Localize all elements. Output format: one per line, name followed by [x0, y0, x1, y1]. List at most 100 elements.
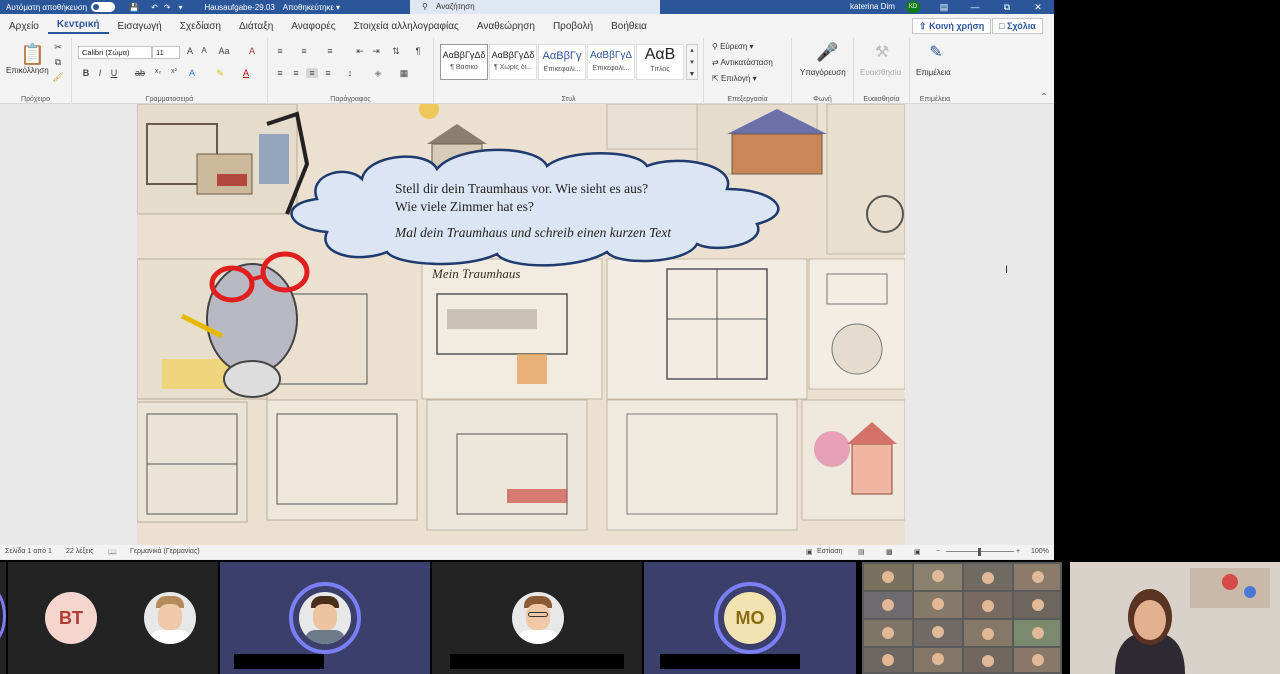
- user-avatar[interactable]: KD: [906, 1, 920, 13]
- grow-font-icon[interactable]: A: [184, 46, 196, 56]
- borders-icon[interactable]: ▦: [398, 68, 410, 79]
- minimize-button[interactable]: —: [965, 0, 985, 14]
- print-layout-icon[interactable]: ▩: [886, 548, 893, 556]
- undo-icon[interactable]: ↶: [151, 3, 158, 12]
- save-icon[interactable]: 💾: [129, 3, 139, 12]
- cut-icon[interactable]: ✂: [52, 42, 64, 53]
- tab-view[interactable]: Προβολή: [544, 21, 602, 32]
- tab-mailings[interactable]: Στοιχεία αλληλογραφίας: [345, 21, 468, 32]
- customize-qat-icon[interactable]: ▾: [178, 3, 182, 12]
- bold-icon[interactable]: B: [80, 68, 92, 78]
- zoom-in-icon[interactable]: +: [1016, 548, 1020, 555]
- sensitivity-icon[interactable]: ⚒: [874, 42, 890, 62]
- participant-tile-speaking[interactable]: MO: [644, 562, 856, 674]
- sensitivity-label[interactable]: Ευαισθησία: [860, 68, 901, 77]
- focus-icon[interactable]: ▣: [806, 548, 813, 556]
- autosave-toggle[interactable]: [91, 2, 116, 12]
- tab-references[interactable]: Αναφορές: [282, 21, 344, 32]
- save-status[interactable]: Αποθηκεύτηκε: [283, 3, 334, 12]
- find-button[interactable]: ⚲ Εύρεση ▾: [712, 42, 754, 51]
- align-right-icon[interactable]: ≡: [322, 68, 334, 78]
- tab-layout[interactable]: Διάταξη: [230, 21, 282, 32]
- increase-indent-icon[interactable]: ⇥: [370, 46, 382, 57]
- style-heading-1[interactable]: ΑαΒβΓγ Επικεφαλί...: [538, 44, 586, 80]
- superscript-icon[interactable]: x²: [168, 68, 180, 75]
- align-left-icon[interactable]: ≡: [274, 68, 286, 78]
- document-name[interactable]: Hausaufgabe-29.03: [204, 3, 274, 12]
- highlight-color-icon[interactable]: ✎: [214, 68, 226, 79]
- font-color-icon[interactable]: A: [240, 68, 252, 78]
- screen-share-margin: [1054, 0, 1280, 560]
- page-count[interactable]: Σελίδα 1 από 1: [5, 548, 52, 555]
- font-name-select[interactable]: Calibri (Σώμα): [78, 46, 152, 59]
- tab-design[interactable]: Σχεδίαση: [171, 21, 230, 32]
- show-formatting-icon[interactable]: ¶: [412, 46, 424, 56]
- shading-icon[interactable]: ◈: [372, 68, 384, 79]
- replace-button[interactable]: ⇄ Αντικατάσταση: [712, 58, 773, 67]
- text-effects-icon[interactable]: A: [186, 68, 198, 78]
- participant-tile[interactable]: BT: [8, 562, 218, 674]
- participant-tile-partial[interactable]: [0, 562, 6, 674]
- tab-home[interactable]: Κεντρική: [47, 19, 109, 34]
- tab-review[interactable]: Αναθεώρηση: [468, 21, 544, 32]
- clear-formatting-icon[interactable]: A: [246, 46, 258, 56]
- format-painter-icon[interactable]: 🖌: [52, 72, 64, 83]
- font-size-select[interactable]: 11: [152, 46, 180, 59]
- align-center-icon[interactable]: ≡: [290, 68, 302, 78]
- editor-icon[interactable]: ✎: [928, 42, 944, 62]
- shrink-font-icon[interactable]: A: [198, 46, 210, 55]
- editor-label[interactable]: Επιμέλεια: [916, 68, 951, 77]
- tab-file[interactable]: Αρχείο: [0, 21, 48, 32]
- search-box[interactable]: ⚲ Αναζήτηση: [410, 0, 660, 14]
- participant-tile[interactable]: [432, 562, 642, 674]
- line-spacing-icon[interactable]: ↕: [344, 68, 356, 78]
- microphone-icon[interactable]: 🎤: [816, 42, 838, 63]
- change-case-icon[interactable]: Aa: [218, 46, 230, 56]
- restore-button[interactable]: ⧉: [997, 0, 1017, 14]
- numbering-icon[interactable]: ≡: [298, 46, 310, 56]
- close-button[interactable]: ✕: [1028, 0, 1048, 14]
- presenter-video-tile[interactable]: [1070, 562, 1280, 674]
- style-heading-2[interactable]: ΑαΒβΓγΔ Επικεφαλί...: [587, 44, 635, 80]
- user-name[interactable]: katerina Dim: [850, 0, 895, 14]
- cloud-text[interactable]: Stell dir dein Traumhaus vor. Wie sieht …: [395, 180, 725, 242]
- comments-button[interactable]: □ Σχόλια: [992, 18, 1043, 34]
- proofing-icon[interactable]: 📖: [108, 548, 117, 556]
- focus-label[interactable]: Εστίαση: [817, 548, 843, 555]
- web-layout-icon[interactable]: ▣: [914, 548, 921, 556]
- word-count[interactable]: 22 λέξεις: [66, 548, 94, 555]
- zoom-level[interactable]: 100%: [1031, 548, 1049, 555]
- participant-name-redacted: [234, 654, 324, 669]
- copy-icon[interactable]: ⧉: [52, 57, 64, 68]
- paste-label[interactable]: Επικόλληση: [6, 66, 49, 75]
- read-mode-icon[interactable]: ▤: [858, 548, 865, 556]
- sort-icon[interactable]: ⇅: [390, 46, 402, 57]
- style-normal[interactable]: ΑαΒβΓγΔδ ¶ Βασικό: [440, 44, 488, 80]
- decrease-indent-icon[interactable]: ⇤: [354, 46, 366, 57]
- select-button[interactable]: ⇱ Επιλογή ▾: [712, 74, 757, 83]
- zoom-out-icon[interactable]: −: [936, 548, 940, 555]
- participant-tile-speaking[interactable]: [220, 562, 430, 674]
- strikethrough-icon[interactable]: ab: [134, 68, 146, 78]
- tab-insert[interactable]: Εισαγωγή: [109, 21, 171, 32]
- style-title[interactable]: ΑαΒ Τίτλος: [636, 44, 684, 80]
- underline-icon[interactable]: U: [108, 68, 120, 78]
- align-justify-icon[interactable]: ≡: [306, 68, 318, 78]
- subscript-icon[interactable]: x₂: [152, 68, 164, 75]
- bullets-icon[interactable]: ≡: [274, 46, 286, 56]
- tab-help[interactable]: Βοήθεια: [602, 21, 656, 32]
- dictate-label[interactable]: Υπαγόρευση: [800, 68, 846, 77]
- styles-more-icon[interactable]: ▴ ▾ ▼: [686, 44, 698, 80]
- redo-icon[interactable]: ↷: [164, 3, 171, 12]
- ribbon-display-icon[interactable]: ▤: [934, 0, 954, 14]
- multilevel-list-icon[interactable]: ≡: [324, 46, 336, 56]
- paste-icon[interactable]: 📋: [20, 42, 45, 67]
- collapse-ribbon-icon[interactable]: ⌃: [1038, 92, 1050, 101]
- style-no-spacing[interactable]: ΑαΒβΓγΔδ ¶ Χωρίς δι...: [489, 44, 537, 80]
- zoom-slider-thumb[interactable]: [978, 548, 981, 556]
- document-image[interactable]: Mein Traumhaus: [137, 104, 905, 545]
- share-button[interactable]: ⇧ Κοινή χρήση: [912, 18, 992, 34]
- italic-icon[interactable]: I: [94, 68, 106, 78]
- gallery-video-tile[interactable]: [862, 562, 1062, 674]
- language[interactable]: Γερμανικά (Γερμανίας): [130, 548, 200, 555]
